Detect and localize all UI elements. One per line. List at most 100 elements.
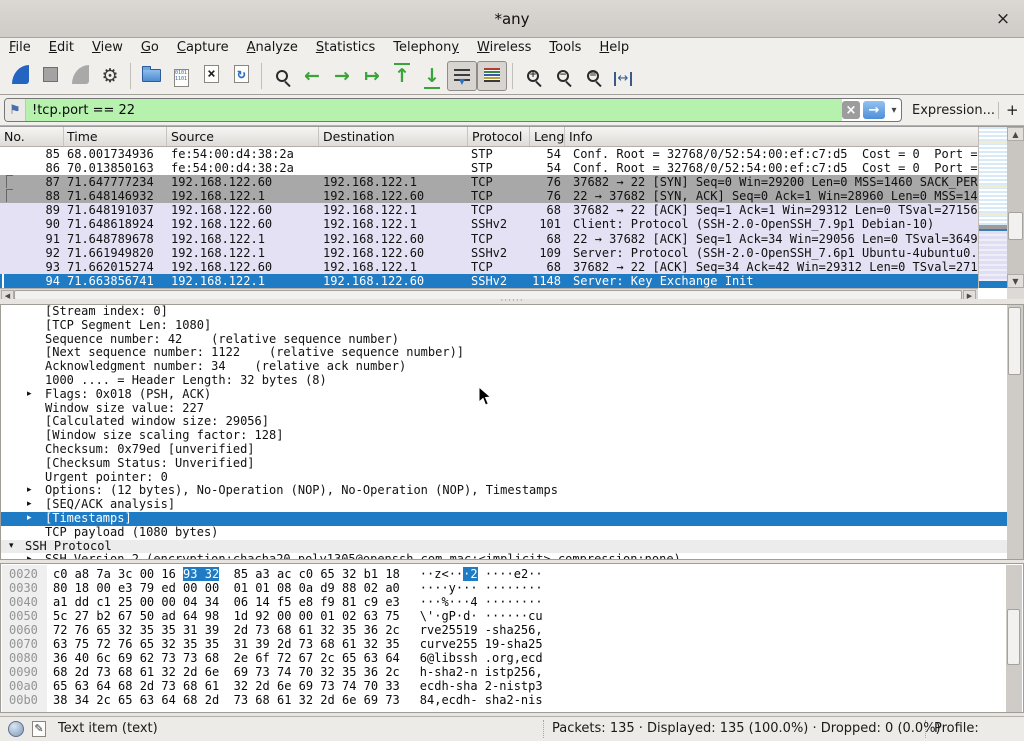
detail-line[interactable]: ▸[SEQ/ACK analysis] bbox=[1, 498, 1023, 512]
zoom-in-button[interactable]: + bbox=[518, 61, 548, 91]
scroll-down-icon[interactable]: ▼ bbox=[1007, 274, 1024, 288]
expression-button[interactable]: Expression... bbox=[912, 95, 995, 126]
menu-go[interactable]: Go bbox=[132, 38, 168, 58]
hex-row[interactable]: 008036 40 6c 69 62 73 73 68 2e 6f 72 67 … bbox=[1, 651, 1023, 665]
hex-row[interactable]: 007063 75 72 76 65 32 35 35 31 39 2d 73 … bbox=[1, 637, 1023, 651]
display-filter-input[interactable]: !tcp.port == 22 bbox=[26, 99, 842, 121]
menu-help[interactable]: Help bbox=[590, 38, 638, 58]
packet-row[interactable]: 8771.647777234192.168.122.60192.168.122.… bbox=[0, 175, 1007, 189]
column-header-info[interactable]: Info bbox=[565, 127, 1007, 146]
detail-line[interactable]: Acknowledgment number: 34 (relative ack … bbox=[1, 360, 1023, 374]
expand-icon[interactable]: ▸ bbox=[27, 484, 32, 498]
reload-file-button[interactable]: ↻ bbox=[226, 61, 256, 91]
detail-line[interactable]: ▾SSH Protocol bbox=[1, 540, 1023, 554]
expand-icon[interactable]: ▸ bbox=[27, 388, 32, 402]
column-header-source[interactable]: Source bbox=[167, 127, 319, 146]
details-scroll-thumb[interactable] bbox=[1008, 307, 1021, 375]
packet-list-vscrollbar[interactable]: ▲ ▼ bbox=[1007, 127, 1024, 300]
zoom-original-button[interactable]: = bbox=[578, 61, 608, 91]
hex-row[interactable]: 00b038 34 2c 65 63 64 68 2d 73 68 61 32 … bbox=[1, 693, 1023, 707]
filter-apply-icon[interactable]: → bbox=[863, 101, 885, 119]
menu-telephony[interactable]: Telephony bbox=[384, 38, 468, 58]
menu-analyze[interactable]: Analyze bbox=[238, 38, 307, 58]
hex-row[interactable]: 00505c 27 b2 67 50 ad 64 98 1d 92 00 00 … bbox=[1, 609, 1023, 623]
details-vscrollbar[interactable] bbox=[1007, 305, 1023, 559]
column-header-protocol[interactable]: Protocol bbox=[468, 127, 530, 146]
go-to-packet-button[interactable]: ↦ bbox=[357, 61, 387, 91]
auto-scroll-button[interactable]: ▼ bbox=[447, 61, 477, 91]
column-header-time[interactable]: Time bbox=[64, 127, 167, 146]
go-previous-button[interactable]: ← bbox=[297, 61, 327, 91]
save-file-button[interactable]: 01011101 bbox=[166, 61, 196, 91]
menu-capture[interactable]: Capture bbox=[168, 38, 238, 58]
column-header-length[interactable]: Length bbox=[530, 127, 565, 146]
go-last-button[interactable]: ↓ bbox=[417, 61, 447, 91]
detail-line[interactable]: 1000 .... = Header Length: 32 bytes (8) bbox=[1, 374, 1023, 388]
menu-tools[interactable]: Tools bbox=[540, 38, 590, 58]
hex-row[interactable]: 003080 18 00 e3 79 ed 00 00 01 01 08 0a … bbox=[1, 581, 1023, 595]
packet-row[interactable]: 8670.013850163fe:54:00:d4:38:2aSTP54Conf… bbox=[0, 161, 1007, 175]
menu-wireless[interactable]: Wireless bbox=[468, 38, 540, 58]
filter-bookmark-icon[interactable]: ⚑ bbox=[5, 99, 26, 121]
restart-capture-button[interactable] bbox=[65, 61, 95, 91]
hex-scroll-thumb[interactable] bbox=[1007, 609, 1020, 665]
menu-edit[interactable]: Edit bbox=[40, 38, 83, 58]
detail-line[interactable]: Checksum: 0x79ed [unverified] bbox=[1, 443, 1023, 457]
detail-line[interactable]: [Next sequence number: 1122 (relative se… bbox=[1, 346, 1023, 360]
add-filter-button[interactable]: + bbox=[1006, 95, 1019, 126]
column-header-destination[interactable]: Destination bbox=[319, 127, 468, 146]
filter-dropdown-icon[interactable]: ▾ bbox=[887, 105, 901, 116]
capture-options-button[interactable]: ⚙ bbox=[95, 61, 125, 91]
open-file-button[interactable] bbox=[136, 61, 166, 91]
capture-comment-icon[interactable]: ✎ bbox=[32, 721, 46, 737]
go-first-button[interactable]: ↑ bbox=[387, 61, 417, 91]
detail-line[interactable]: Urgent pointer: 0 bbox=[1, 471, 1023, 485]
detail-line[interactable]: ▸[Timestamps] bbox=[1, 512, 1023, 526]
packet-row[interactable]: 8971.648191037192.168.122.60192.168.122.… bbox=[0, 203, 1007, 217]
hex-row[interactable]: 0040a1 dd c1 25 00 00 04 34 06 14 f5 e8 … bbox=[1, 595, 1023, 609]
packet-row[interactable]: 9471.663856741192.168.122.1192.168.122.6… bbox=[0, 274, 1007, 288]
zoom-out-button[interactable]: − bbox=[548, 61, 578, 91]
close-file-button[interactable]: × bbox=[196, 61, 226, 91]
start-capture-button[interactable] bbox=[5, 61, 35, 91]
scroll-up-icon[interactable]: ▲ bbox=[1007, 127, 1024, 141]
detail-line[interactable]: Window size value: 227 bbox=[1, 402, 1023, 416]
title-bar[interactable]: *any × bbox=[0, 0, 1024, 38]
detail-line[interactable]: [Window size scaling factor: 128] bbox=[1, 429, 1023, 443]
packet-row[interactable]: 8871.648146932192.168.122.1192.168.122.6… bbox=[0, 189, 1007, 203]
find-packet-button[interactable] bbox=[267, 61, 297, 91]
hex-row[interactable]: 006072 76 65 32 35 35 31 39 2d 73 68 61 … bbox=[1, 623, 1023, 637]
detail-line[interactable]: [Calculated window size: 29056] bbox=[1, 415, 1023, 429]
detail-line[interactable]: TCP payload (1080 bytes) bbox=[1, 526, 1023, 540]
expand-icon[interactable]: ▸ bbox=[27, 498, 32, 512]
detail-line[interactable]: Sequence number: 42 (relative sequence n… bbox=[1, 333, 1023, 347]
detail-line[interactable]: [Stream index: 0] bbox=[1, 305, 1023, 319]
hex-vscrollbar[interactable] bbox=[1006, 565, 1022, 713]
menu-statistics[interactable]: Statistics bbox=[307, 38, 384, 58]
column-header-no[interactable]: No. bbox=[0, 127, 64, 146]
packet-list-minimap[interactable] bbox=[978, 127, 1007, 288]
detail-line[interactable]: [Checksum Status: Unverified] bbox=[1, 457, 1023, 471]
packet-row[interactable]: 9371.662015274192.168.122.60192.168.122.… bbox=[0, 260, 1007, 274]
detail-line[interactable]: ▸Options: (12 bytes), No-Operation (NOP)… bbox=[1, 484, 1023, 498]
expert-info-icon[interactable] bbox=[8, 721, 24, 737]
vscroll-thumb[interactable] bbox=[1008, 212, 1023, 240]
expand-icon[interactable]: ▸ bbox=[27, 512, 32, 526]
stop-capture-button[interactable] bbox=[35, 61, 65, 91]
packet-row[interactable]: 9271.661949820192.168.122.1192.168.122.6… bbox=[0, 246, 1007, 260]
resize-columns-button[interactable]: ↔ bbox=[608, 61, 638, 91]
colorize-button[interactable] bbox=[477, 61, 507, 91]
hex-row[interactable]: 0020c0 a8 7a 3c 00 16 93 32 85 a3 ac c0 … bbox=[1, 567, 1023, 581]
detail-line[interactable]: [TCP Segment Len: 1080] bbox=[1, 319, 1023, 333]
packet-row[interactable]: 8568.001734936fe:54:00:d4:38:2aSTP54Conf… bbox=[0, 147, 1007, 161]
menu-view[interactable]: View bbox=[83, 38, 132, 58]
detail-line[interactable]: ▸Flags: 0x018 (PSH, ACK) bbox=[1, 388, 1023, 402]
menu-file[interactable]: File bbox=[0, 38, 40, 58]
packet-row[interactable]: 9071.648618924192.168.122.60192.168.122.… bbox=[0, 217, 1007, 231]
collapse-icon[interactable]: ▾ bbox=[9, 540, 14, 554]
hex-row[interactable]: 009068 2d 73 68 61 32 2d 6e 69 73 74 70 … bbox=[1, 665, 1023, 679]
detail-line[interactable]: ▸SSH Version 2 (encryption:chacha20-poly… bbox=[1, 553, 1023, 560]
expand-icon[interactable]: ▸ bbox=[27, 553, 32, 560]
close-icon[interactable]: × bbox=[992, 8, 1014, 30]
packet-row[interactable]: 9171.648789678192.168.122.1192.168.122.6… bbox=[0, 232, 1007, 246]
